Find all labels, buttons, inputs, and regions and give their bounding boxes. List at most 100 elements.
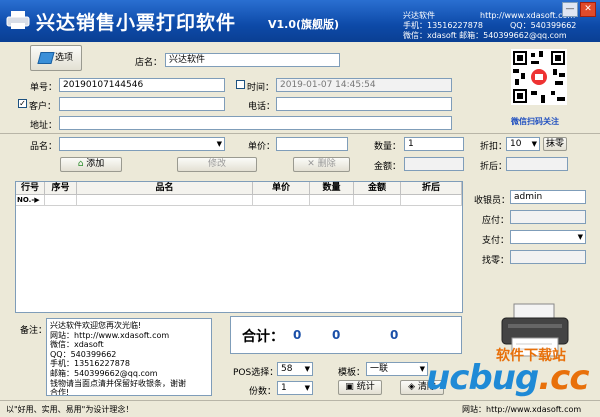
price-label: 单价：	[248, 142, 276, 152]
info-qq: QQ：540399662	[510, 21, 577, 30]
total-after: 0	[390, 328, 399, 342]
table-cell[interactable]	[253, 195, 310, 206]
col-header-amount[interactable]: 金额	[354, 182, 401, 195]
phone-input[interactable]	[276, 97, 452, 111]
stats-label: 统计	[356, 382, 375, 392]
cashier-label: 收银员：	[474, 196, 511, 206]
total-amount: 0	[332, 328, 341, 342]
amount-input[interactable]	[404, 157, 464, 171]
item-name-label: 品名：	[30, 142, 58, 152]
chevron-down-icon: ▼	[304, 384, 310, 392]
change-input[interactable]	[510, 250, 586, 264]
app-title: 兴达销售小票打印软件	[36, 12, 237, 34]
status-slogan: 以"好用、实用、易用"为设计理念！	[6, 405, 134, 414]
pos-select[interactable]: 58 ▼	[277, 362, 313, 376]
table-cell[interactable]	[77, 195, 253, 206]
info-url: http://www.xdasoft.com	[480, 11, 576, 20]
edit-button[interactable]: 修改	[177, 157, 257, 172]
pos-label: POS选择：	[233, 368, 279, 378]
address-input[interactable]	[59, 116, 452, 130]
col-header-qty[interactable]: 数量	[310, 182, 354, 195]
col-header-name[interactable]: 品名	[77, 182, 253, 195]
add-button[interactable]: ⌂ 添加	[60, 157, 122, 172]
app-version: V1.0(旗舰版)	[268, 18, 340, 31]
delete-button[interactable]: ✕ 删除	[293, 157, 350, 172]
col-header-row[interactable]: 行号	[16, 182, 45, 195]
qr-code-image	[511, 49, 567, 105]
clear-icon: ◈	[408, 382, 416, 392]
remark-textarea[interactable]: 兴达软件欢迎您再次光临! 网站：http://www.xdasoft.com 微…	[46, 318, 212, 396]
copies-label: 份数：	[249, 387, 277, 397]
pay-select[interactable]: ▼	[510, 230, 586, 244]
chevron-down-icon: ▼	[577, 233, 583, 241]
customer-checkbox[interactable]: ✓	[18, 99, 27, 108]
total-label: 合计：	[242, 329, 284, 345]
store-input[interactable]: 兴达软件	[165, 53, 340, 67]
qty-input[interactable]: 1	[404, 137, 464, 151]
house-icon: ⌂	[77, 159, 84, 169]
customer-input[interactable]	[59, 97, 225, 111]
divider	[0, 133, 600, 134]
qty-label: 数量：	[374, 142, 402, 152]
discount-label: 折扣：	[480, 142, 508, 152]
chevron-down-icon: ▼	[419, 365, 425, 373]
table-cell[interactable]	[401, 195, 462, 206]
printer-app-icon	[6, 10, 30, 30]
store-label: 店名：	[135, 58, 163, 68]
cashier-input[interactable]: admin	[510, 190, 586, 204]
total-qty: 0	[293, 328, 302, 342]
add-label: 添加	[86, 159, 105, 169]
time-label: 时间：	[247, 83, 275, 93]
discount-select[interactable]: 10 ▼	[506, 137, 540, 151]
minimize-button[interactable]: —	[562, 2, 578, 17]
items-table[interactable]: 行号 序号 品名 单价 数量 金额 折后 NO.-▶	[15, 181, 463, 313]
copies-select[interactable]: 1 ▼	[277, 381, 313, 395]
clear-label: 清除	[417, 382, 436, 392]
info-wechat-email: 微信：xdasoft 邮箱：540399662@qq.com	[403, 31, 567, 40]
table-cell[interactable]	[310, 195, 354, 206]
stats-button[interactable]: ▣ 统计	[338, 380, 382, 395]
order-input[interactable]: 20190107144546	[59, 78, 225, 92]
after-discount-label: 折后：	[480, 162, 508, 172]
due-input[interactable]	[510, 210, 586, 224]
chevron-down-icon: ▼	[531, 140, 537, 148]
printer-icon: ▣	[345, 382, 354, 392]
print-button[interactable]	[496, 300, 576, 360]
status-website: 网站：http://www.xdasoft.com	[462, 405, 582, 414]
info-phone: 手机：13516227878	[403, 21, 483, 30]
due-label: 应付：	[482, 216, 510, 226]
amount-label: 金额：	[374, 162, 402, 172]
delete-label: 删除	[317, 159, 336, 169]
price-input[interactable]	[276, 137, 348, 151]
info-company: 兴达软件	[403, 11, 435, 20]
delete-icon: ✕	[307, 159, 315, 169]
template-value: 一联	[370, 364, 389, 374]
options-icon	[37, 51, 55, 64]
customer-label: 客户：	[29, 102, 57, 112]
table-row-marker[interactable]: NO.-▶	[16, 195, 45, 206]
chevron-down-icon: ▼	[216, 140, 222, 148]
time-input[interactable]: 2019-01-07 14:45:54	[276, 78, 452, 92]
col-header-after[interactable]: 折后	[401, 182, 462, 195]
item-name-select[interactable]: ▼	[59, 137, 225, 151]
table-cell[interactable]	[354, 195, 401, 206]
order-label: 单号：	[30, 83, 58, 93]
phone-label: 电话：	[248, 102, 276, 112]
discount-value: 10	[510, 139, 522, 149]
after-discount-input[interactable]	[506, 157, 568, 171]
round-off-button[interactable]: 抹零	[543, 137, 567, 151]
pos-value: 58	[281, 364, 293, 374]
options-label: 选项	[54, 53, 73, 63]
col-header-price[interactable]: 单价	[253, 182, 310, 195]
template-select[interactable]: 一联 ▼	[366, 362, 428, 376]
change-label: 找零：	[482, 256, 510, 266]
chevron-down-icon: ▼	[304, 365, 310, 373]
clear-button[interactable]: ◈ 清除	[400, 380, 444, 395]
close-button[interactable]: ✕	[580, 2, 596, 17]
options-button[interactable]: 选项	[30, 45, 82, 71]
address-label: 地址：	[30, 121, 58, 131]
table-cell[interactable]	[45, 195, 77, 206]
time-checkbox[interactable]	[236, 80, 245, 89]
col-header-index[interactable]: 序号	[45, 182, 77, 195]
template-label: 模板：	[338, 368, 366, 378]
